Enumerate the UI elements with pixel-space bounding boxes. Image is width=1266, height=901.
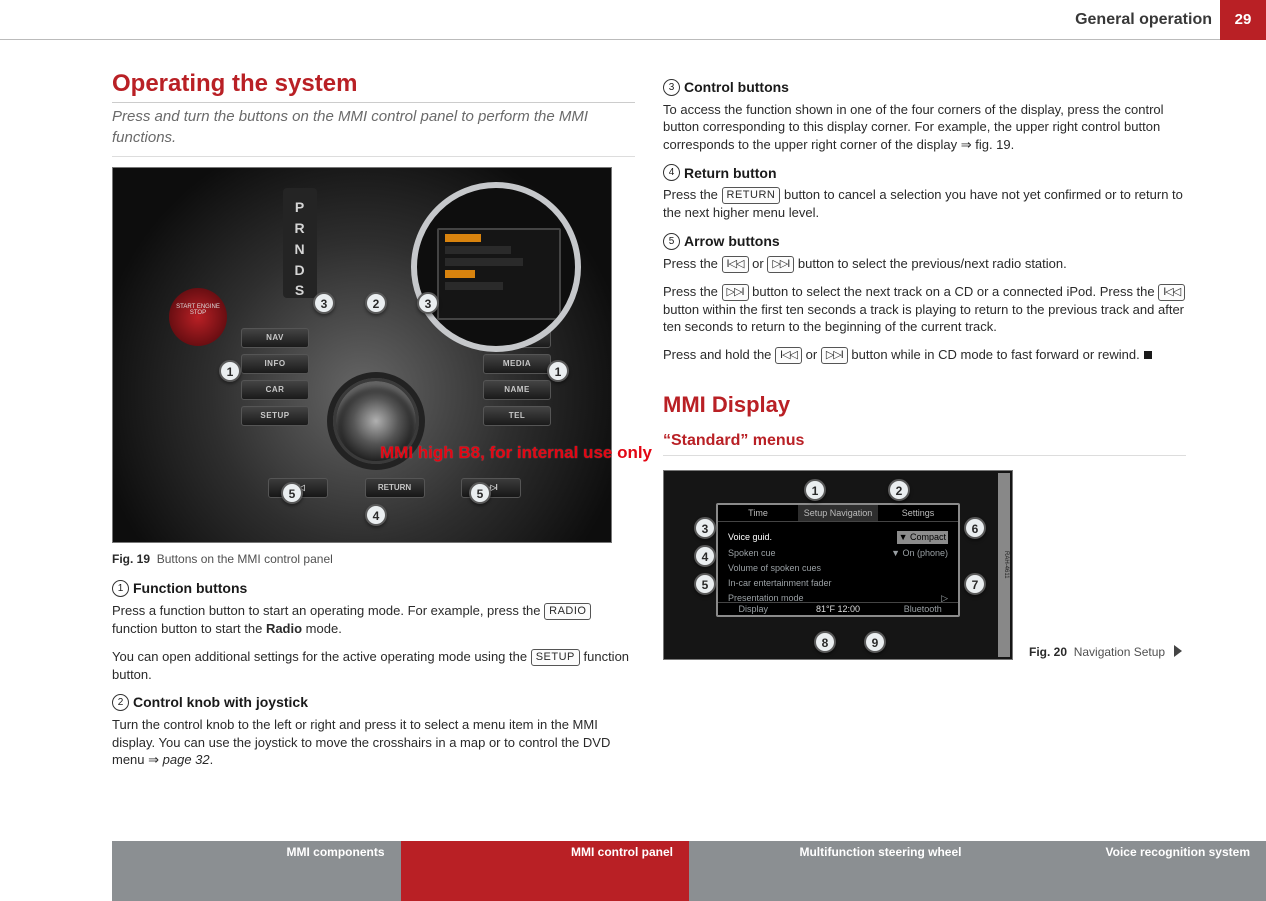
figure-19-mmi-panel: P R N D S START ENGINE STOP NAV INFO CAR… [112,167,612,543]
callout-2: 2 [365,292,387,314]
screen-foot-bluetooth: Bluetooth [887,603,958,615]
circled-5-icon: 5 [663,233,680,250]
btn-info: INFO [241,354,309,374]
screen-foot-display: Display [718,603,789,615]
left-column: Operating the system Press and turn the … [112,68,635,779]
section-heading-operating: Operating the system [112,68,635,103]
right-column: 3 Control buttons To access the function… [663,68,1186,779]
main-content: Operating the system Press and turn the … [0,40,1266,779]
btn-nav: NAV [241,328,309,348]
para-return: Press the RETURN button to cancel a sele… [663,186,1186,222]
callout-1r: 1 [547,360,569,382]
f20-c4: 4 [694,545,716,567]
f20-c5: 5 [694,573,716,595]
figure-20-nav-setup: Time Setup Navigation Settings Voice gui… [663,470,1013,660]
engine-start-button: START ENGINE STOP [169,288,227,346]
circled-3-icon: 3 [663,79,680,96]
f20-c8: 8 [814,631,836,653]
screen-tab-time: Time [718,505,798,521]
page-header: General operation29 [0,0,1266,40]
para-knob: Turn the control knob to the left or rig… [112,716,635,769]
callout-3r: 3 [417,292,439,314]
btn-name: NAME [483,380,551,400]
header-title: General operation [1075,0,1212,40]
gear-selector: P R N D S [283,188,317,298]
keycap-prev2: I◁◁ [1158,284,1185,301]
keycap-prev: I◁◁ [722,256,749,273]
keycap-radio: RADIO [544,603,591,620]
callout-4: 4 [365,504,387,526]
section-intro: Press and turn the buttons on the MMI co… [112,107,635,157]
screen-tab-settings: Settings [878,505,958,521]
figure-20-caption: Fig. 20 Navigation Setup [1029,644,1186,660]
screen-body: Voice guid.▼ Compact Spoken cue▼ On (pho… [718,522,958,613]
image-code: RAH-4611 [998,473,1010,657]
footer-tail [0,863,1266,901]
callout-5l: 5 [281,482,303,504]
keycap-next: ▷▷I [767,256,794,273]
control-knob [333,378,419,464]
page-number: 29 [1220,0,1266,40]
callout-3l: 3 [313,292,335,314]
f20-c2: 2 [888,479,910,501]
f20-c1: 1 [804,479,826,501]
circled-2-icon: 2 [112,694,129,711]
btn-setup: SETUP [241,406,309,426]
footer-tabs: MMI components MMI control panel Multifu… [0,841,1266,863]
btn-media: MEDIA [483,354,551,374]
sub-arrow-buttons: 5 Arrow buttons [663,232,1186,251]
btn-car: CAR [241,380,309,400]
left-function-buttons: NAV INFO CAR SETUP [241,328,309,426]
subsection-standard-menus: “Standard” menus [663,430,1186,457]
para-arrow-3: Press and hold the I◁◁ or ▷▷I button whi… [663,346,1186,364]
sub-function-buttons: 1 Function buttons [112,579,635,598]
footer-tab-voice[interactable]: Voice recognition system [978,841,1266,863]
btn-return: RETURN [365,478,425,498]
figure-19-caption: Fig. 19 Buttons on the MMI control panel [112,551,635,567]
keycap-setup: SETUP [531,649,580,666]
sub-control-buttons: 3 Control buttons [663,78,1186,97]
screen-tab-setup-nav: Setup Navigation [798,505,878,521]
keycap-return: RETURN [722,187,781,204]
keycap-prev3: I◁◁ [775,347,802,364]
section-heading-mmi-display: MMI Display [663,390,1186,420]
continue-icon [1174,645,1182,657]
sub-return-button: 4 Return button [663,164,1186,183]
f20-c3: 3 [694,517,716,539]
footer-tab-components[interactable]: MMI components [112,841,401,863]
footer-tab-control-panel[interactable]: MMI control panel [401,841,690,863]
detail-zoom-circle [411,182,581,352]
sub-control-knob: 2 Control knob with joystick [112,693,635,712]
f20-c9: 9 [864,631,886,653]
screen-foot-clock: 81°F 12:00 [789,603,888,615]
btn-tel: TEL [483,406,551,426]
para-function-2: You can open additional settings for the… [112,648,635,684]
callout-1l: 1 [219,360,241,382]
f20-c7: 7 [964,573,986,595]
keycap-next2: ▷▷I [722,284,749,301]
callout-5r: 5 [469,482,491,504]
circled-4-icon: 4 [663,164,680,181]
end-mark-icon [1144,351,1152,359]
para-arrow-1: Press the I◁◁ or ▷▷I button to select th… [663,255,1186,273]
para-control-buttons: To access the function shown in one of t… [663,101,1186,154]
para-function-1: Press a function button to start an oper… [112,602,635,638]
circled-1-icon: 1 [112,580,129,597]
para-arrow-2: Press the ▷▷I button to select the next … [663,283,1186,336]
f20-c6: 6 [964,517,986,539]
keycap-next3: ▷▷I [821,347,848,364]
footer-tab-steering-wheel[interactable]: Multifunction steering wheel [689,841,978,863]
